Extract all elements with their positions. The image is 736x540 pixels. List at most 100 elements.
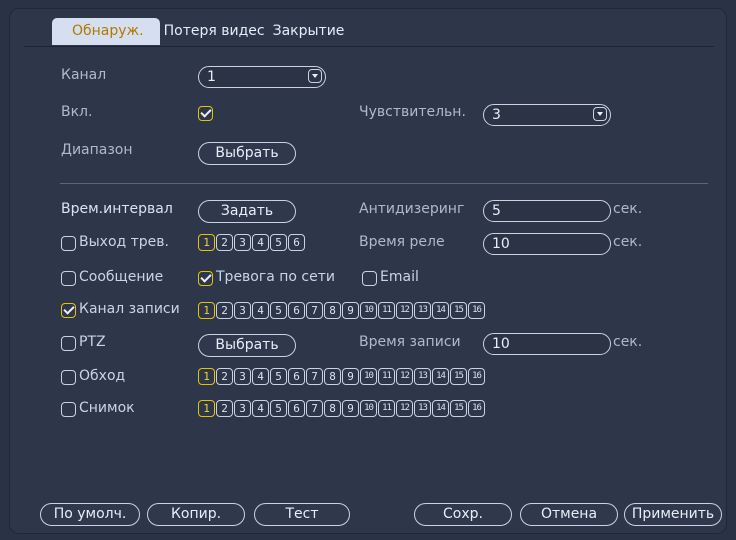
record-channel-13[interactable]: 13	[414, 302, 431, 319]
email-label: Email	[380, 269, 419, 285]
tour-channel-5[interactable]: 5	[270, 368, 287, 385]
sensitivity-label: Чувствительн.	[359, 104, 466, 120]
alarm-out-6[interactable]: 6	[288, 234, 305, 251]
snapshot-channel-2[interactable]: 2	[216, 400, 233, 417]
tour-checkbox[interactable]	[61, 370, 76, 385]
relay-time-label: Время реле	[359, 234, 445, 250]
record-channel-15[interactable]: 15	[450, 302, 467, 319]
anti-dither-label: Антидизеринг	[359, 201, 465, 217]
tour-channel-3[interactable]: 3	[234, 368, 251, 385]
chevron-down-icon	[593, 107, 607, 121]
tour-channel-2[interactable]: 2	[216, 368, 233, 385]
record-channel-4[interactable]: 4	[252, 302, 269, 319]
copy-button[interactable]: Копир.	[147, 503, 245, 526]
snapshot-numbers: 1 2 3 4 5 6 7 8 9 10 11 12 13 14 15 16	[198, 400, 485, 417]
record-channel-2[interactable]: 2	[216, 302, 233, 319]
net-alarm-checkbox[interactable]	[198, 271, 213, 286]
record-channel-7[interactable]: 7	[306, 302, 323, 319]
tab-tampering[interactable]: Закрытие	[269, 18, 349, 45]
record-channel-12[interactable]: 12	[396, 302, 413, 319]
tour-channel-13[interactable]: 13	[414, 368, 431, 385]
ptz-checkbox[interactable]	[61, 336, 76, 351]
tab-bar: Обнаруж. Потеря видес Закрытие	[52, 18, 348, 45]
relay-time-input[interactable]: 10	[483, 233, 611, 255]
test-button[interactable]: Тест	[254, 503, 350, 526]
tab-video-loss[interactable]: Потеря видес	[160, 18, 269, 45]
alarm-out-3[interactable]: 3	[234, 234, 251, 251]
alarm-out-5[interactable]: 5	[270, 234, 287, 251]
tour-channel-4[interactable]: 4	[252, 368, 269, 385]
snapshot-channel-10[interactable]: 10	[360, 400, 377, 417]
channel-select[interactable]: 1	[198, 66, 326, 88]
snapshot-label: Снимок	[79, 400, 135, 416]
alarm-out-1[interactable]: 1	[198, 234, 215, 251]
anti-dither-unit: сек.	[613, 201, 643, 217]
enable-label: Вкл.	[61, 104, 93, 120]
snapshot-channel-8[interactable]: 8	[324, 400, 341, 417]
record-channel-16[interactable]: 16	[468, 302, 485, 319]
cancel-button[interactable]: Отмена	[520, 503, 618, 526]
record-channel-5[interactable]: 5	[270, 302, 287, 319]
section-divider	[60, 183, 708, 184]
snapshot-checkbox[interactable]	[61, 402, 76, 417]
sensitivity-value: 3	[492, 107, 501, 123]
snapshot-channel-11[interactable]: 11	[378, 400, 395, 417]
alarm-out-2[interactable]: 2	[216, 234, 233, 251]
email-checkbox[interactable]	[362, 271, 377, 286]
tour-numbers: 1 2 3 4 5 6 7 8 9 10 11 12 13 14 15 16	[198, 368, 485, 385]
record-channel-8[interactable]: 8	[324, 302, 341, 319]
record-channel-9[interactable]: 9	[342, 302, 359, 319]
record-channel-14[interactable]: 14	[432, 302, 449, 319]
snapshot-channel-9[interactable]: 9	[342, 400, 359, 417]
alarm-out-numbers: 1 2 3 4 5 6	[198, 234, 305, 251]
record-time-input[interactable]: 10	[483, 333, 611, 355]
record-channel-10[interactable]: 10	[360, 302, 377, 319]
snapshot-channel-12[interactable]: 12	[396, 400, 413, 417]
snapshot-channel-7[interactable]: 7	[306, 400, 323, 417]
snapshot-channel-5[interactable]: 5	[270, 400, 287, 417]
alarm-out-4[interactable]: 4	[252, 234, 269, 251]
ptz-select-button[interactable]: Выбрать	[198, 334, 296, 357]
snapshot-channel-6[interactable]: 6	[288, 400, 305, 417]
snapshot-channel-1[interactable]: 1	[198, 400, 215, 417]
anti-dither-input[interactable]: 5	[483, 200, 611, 222]
period-set-button[interactable]: Задать	[198, 200, 296, 223]
snapshot-channel-16[interactable]: 16	[468, 400, 485, 417]
tour-channel-6[interactable]: 6	[288, 368, 305, 385]
enable-checkbox[interactable]	[198, 106, 213, 121]
alarm-out-checkbox[interactable]	[61, 236, 76, 251]
save-button[interactable]: Сохр.	[414, 503, 512, 526]
tour-channel-8[interactable]: 8	[324, 368, 341, 385]
message-checkbox[interactable]	[61, 271, 76, 286]
snapshot-channel-4[interactable]: 4	[252, 400, 269, 417]
area-select-button[interactable]: Выбрать	[198, 142, 296, 165]
tour-channel-14[interactable]: 14	[432, 368, 449, 385]
record-channel-checkbox[interactable]	[61, 303, 76, 318]
snapshot-channel-15[interactable]: 15	[450, 400, 467, 417]
apply-button[interactable]: Применить	[624, 503, 722, 526]
tour-channel-15[interactable]: 15	[450, 368, 467, 385]
snapshot-channel-14[interactable]: 14	[432, 400, 449, 417]
record-channel-1[interactable]: 1	[198, 302, 215, 319]
record-channel-6[interactable]: 6	[288, 302, 305, 319]
sensitivity-select[interactable]: 3	[483, 104, 611, 126]
net-alarm-label: Тревога по сети	[216, 269, 335, 285]
tour-channel-12[interactable]: 12	[396, 368, 413, 385]
record-channel-3[interactable]: 3	[234, 302, 251, 319]
record-time-label: Время записи	[359, 334, 461, 350]
tab-divider	[24, 46, 714, 47]
default-button[interactable]: По умолч.	[40, 503, 140, 526]
tour-channel-9[interactable]: 9	[342, 368, 359, 385]
tour-channel-7[interactable]: 7	[306, 368, 323, 385]
alarm-out-label: Выход трев.	[79, 234, 169, 250]
snapshot-channel-13[interactable]: 13	[414, 400, 431, 417]
tour-channel-1[interactable]: 1	[198, 368, 215, 385]
snapshot-channel-3[interactable]: 3	[234, 400, 251, 417]
tour-channel-11[interactable]: 11	[378, 368, 395, 385]
record-channel-numbers: 1 2 3 4 5 6 7 8 9 10 11 12 13 14 15 16	[198, 302, 485, 319]
tour-label: Обход	[79, 368, 126, 384]
tab-motion-detect[interactable]: Обнаруж.	[52, 18, 160, 45]
tour-channel-10[interactable]: 10	[360, 368, 377, 385]
tour-channel-16[interactable]: 16	[468, 368, 485, 385]
record-channel-11[interactable]: 11	[378, 302, 395, 319]
